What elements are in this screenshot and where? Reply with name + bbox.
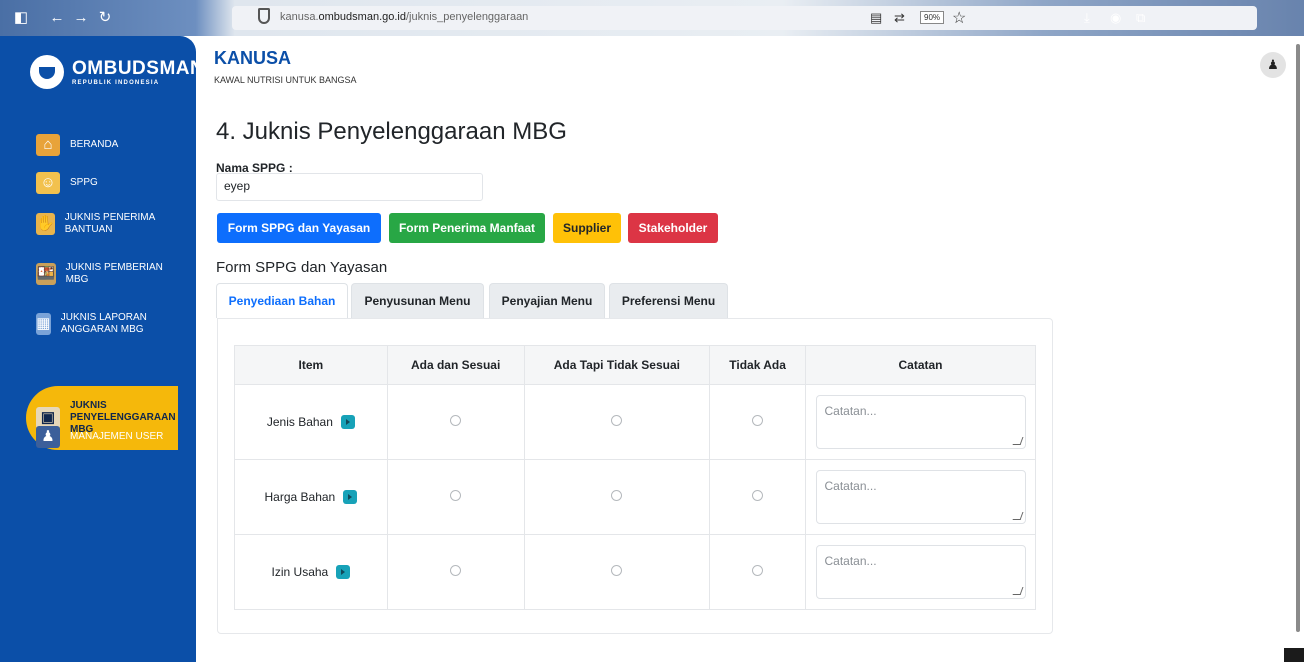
sidebar-item-beranda[interactable]: ⌂ BERANDA: [36, 134, 118, 156]
ombudsman-logo[interactable]: OMBUDSMAN REPUBLIK INDONESIA: [30, 52, 204, 92]
sidebar-item-label: BERANDA: [70, 139, 119, 150]
radio-ada-tapi-tidak-sesuai[interactable]: [611, 490, 623, 501]
logo-subtitle: REPUBLIK INDONESIA: [72, 80, 160, 86]
radio-tidak-ada[interactable]: [752, 415, 764, 426]
user-manage-icon: ♟: [36, 426, 60, 448]
app-title: KANUSA: [214, 48, 292, 68]
tab-penyajian-menu[interactable]: Penyajian Menu: [489, 283, 605, 318]
sidebar-item-label: JUKNIS PEMBERIAN MBG: [65, 262, 163, 285]
url-path: /juknis_penyelenggaraan: [405, 11, 529, 23]
report-icon: ▦: [36, 313, 51, 335]
nama-sppg-field[interactable]: eyep: [216, 173, 483, 201]
table-row: Izin Usaha Catatan...: [234, 534, 1036, 610]
sidebar-item-juknis-laporan-anggaran-mbg[interactable]: ▦ JUKNIS LAPORAN ANGGARAN MBG: [36, 312, 166, 336]
back-icon[interactable]: ←: [48, 9, 66, 27]
extensions-icon[interactable]: ⧉: [1136, 10, 1145, 26]
sidebar-item-label: MANAJEMEN USER: [70, 431, 164, 442]
home-icon: ⌂: [36, 134, 60, 156]
form-penerima-manfaat-button[interactable]: Form Penerima Manfaat: [389, 213, 545, 243]
column-header-ada-tapi-tidak-sesuai: Ada Tapi Tidak Sesuai: [523, 345, 711, 385]
scrollbar[interactable]: [1296, 38, 1300, 634]
hands-icon: ✋: [36, 213, 55, 235]
item-label: Izin Usaha: [271, 565, 329, 579]
sidebar: OMBUDSMAN REPUBLIK INDONESIA ⌂ BERANDA ☺…: [0, 36, 204, 662]
zoom-level[interactable]: 90%: [920, 11, 945, 24]
food-icon: 🍱: [36, 263, 56, 285]
table-row: Harga Bahan Catatan...: [234, 459, 1036, 535]
sidebar-item-manajemen-user[interactable]: ♟ MANAJEMEN USER: [36, 426, 166, 448]
notes-textarea[interactable]: Catatan...: [815, 470, 1026, 524]
url-domain: ombudsman.go.id: [318, 11, 406, 23]
supplier-button[interactable]: Supplier: [553, 213, 621, 243]
column-header-tidak-ada: Tidak Ada: [709, 345, 807, 385]
account-icon[interactable]: ◉: [1110, 10, 1121, 26]
tracking-shield-icon[interactable]: [258, 8, 270, 24]
sidebar-item-juknis-penerima-bantuan[interactable]: ✋ JUKNIS PENERIMA BANTUAN: [36, 212, 166, 236]
table-row: Jenis Bahan Catatan...: [234, 384, 1036, 460]
checklist-table: Item Ada dan Sesuai Ada Tapi Tidak Sesua…: [234, 345, 1036, 610]
tab-preferensi-menu[interactable]: Preferensi Menu: [609, 283, 728, 318]
radio-tidak-ada[interactable]: [752, 490, 764, 501]
notes-textarea[interactable]: Catatan...: [815, 545, 1026, 599]
stakeholder-button[interactable]: Stakeholder: [628, 213, 718, 243]
radio-ada-tapi-tidak-sesuai[interactable]: [611, 565, 623, 576]
info-icon[interactable]: [336, 565, 351, 579]
info-icon[interactable]: [340, 415, 355, 429]
form-sppg-yayasan-button[interactable]: Form SPPG dan Yayasan: [217, 213, 381, 243]
people-icon: ☺: [36, 172, 60, 194]
sidebar-item-label: JUKNIS LAPORAN ANGGARAN MBG: [60, 312, 147, 335]
reader-mode-icon[interactable]: ▤: [870, 10, 882, 26]
column-header-item: Item: [234, 345, 388, 385]
section-title: Form SPPG dan Yayasan: [216, 259, 388, 276]
user-menu-button[interactable]: ♟: [1260, 52, 1286, 78]
bookmark-star-icon[interactable]: ☆: [952, 8, 966, 28]
logo-title: OMBUDSMAN: [72, 58, 205, 79]
tab-penyusunan-menu[interactable]: Penyusunan Menu: [351, 283, 484, 318]
corner-widget: [1284, 648, 1304, 662]
item-label: Jenis Bahan: [266, 415, 333, 429]
tab-penyediaan-bahan[interactable]: Penyediaan Bahan: [216, 283, 348, 318]
notes-textarea[interactable]: Catatan...: [815, 395, 1026, 449]
reload-icon[interactable]: ↻: [96, 9, 114, 27]
radio-ada-dan-sesuai[interactable]: [450, 415, 462, 426]
url-prefix: kanusa.: [280, 11, 319, 23]
radio-ada-dan-sesuai[interactable]: [450, 565, 462, 576]
sidebar-toggle-icon[interactable]: ◧: [12, 9, 30, 27]
sidebar-item-label: SPPG: [70, 177, 98, 188]
radio-ada-dan-sesuai[interactable]: [450, 490, 462, 501]
column-header-ada-dan-sesuai: Ada dan Sesuai: [386, 345, 525, 385]
download-icon[interactable]: ⤓: [1084, 10, 1090, 26]
user-icon: ♟: [1267, 57, 1279, 72]
table-header-row: Item Ada dan Sesuai Ada Tapi Tidak Sesua…: [234, 345, 1036, 385]
radio-tidak-ada[interactable]: [752, 565, 764, 576]
forward-icon[interactable]: →: [72, 9, 90, 27]
app-subtitle: KAWAL NUTRISI UNTUK BANGSA: [214, 75, 357, 85]
info-icon[interactable]: [343, 490, 358, 504]
page-title: 4. Juknis Penyelenggaraan MBG: [216, 118, 567, 145]
item-label: Harga Bahan: [264, 490, 336, 504]
sidebar-item-sppg[interactable]: ☺ SPPG: [36, 172, 98, 194]
sidebar-item-juknis-pemberian-mbg[interactable]: 🍱 JUKNIS PEMBERIAN MBG: [36, 262, 166, 286]
translate-icon[interactable]: ⇄: [894, 10, 905, 26]
sidebar-item-label: JUKNIS PENERIMA BANTUAN: [64, 212, 155, 235]
ombudsman-logo-icon: [30, 55, 64, 89]
column-header-catatan: Catatan: [805, 345, 1036, 385]
browser-toolbar: ◧ ← → ↻ kanusa.ombudsman.go.id/juknis_pe…: [0, 0, 1304, 36]
url-text[interactable]: kanusa.ombudsman.go.id/juknis_penyelengg…: [280, 11, 528, 23]
scrollbar-thumb[interactable]: [1296, 44, 1300, 632]
radio-ada-tapi-tidak-sesuai[interactable]: [611, 415, 623, 426]
